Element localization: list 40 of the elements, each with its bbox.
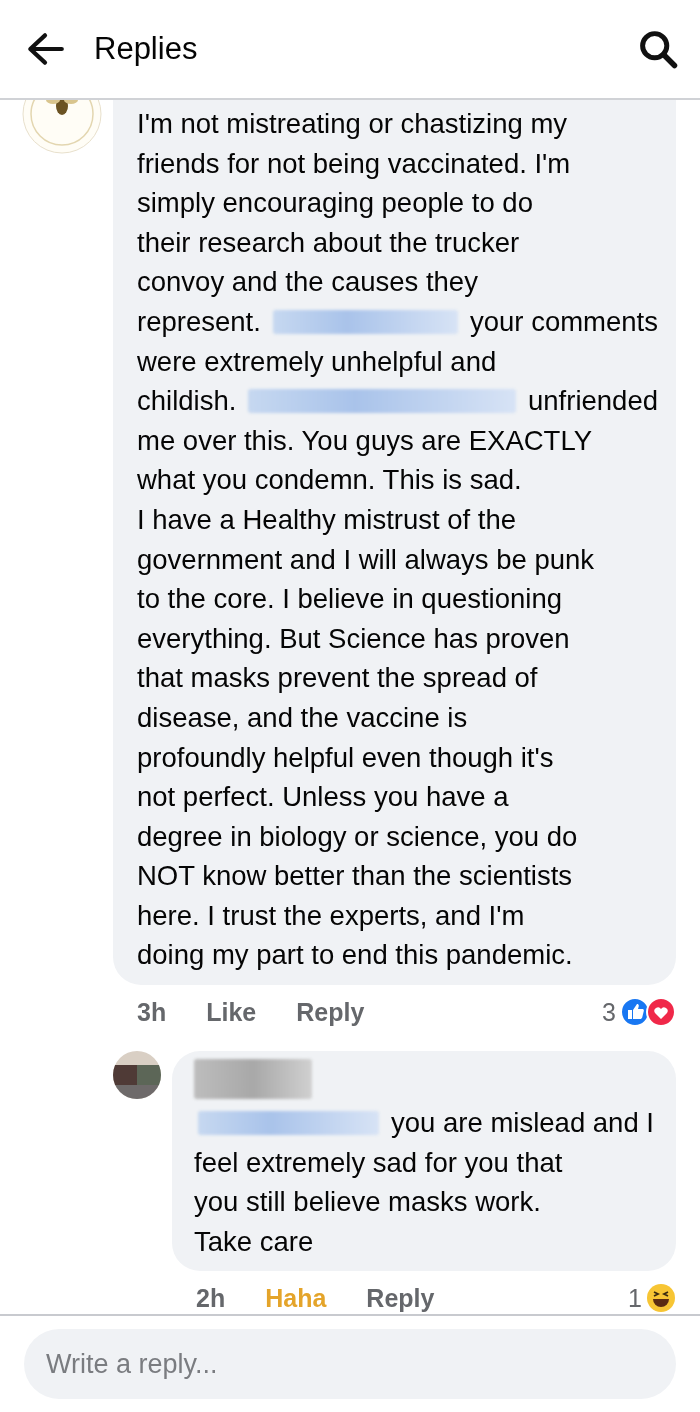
- comment-text: that masks prevent the spread of: [137, 661, 539, 696]
- comment-text: profoundly helpful even though it's: [137, 740, 555, 775]
- comment-text: government and I will always be punk: [137, 542, 596, 577]
- reply-input[interactable]: Write a reply...: [24, 1329, 676, 1399]
- comment-text: your comments: [470, 304, 658, 339]
- comment-text: I'm not mistreating or chastizing my: [137, 107, 569, 141]
- comment-text: NOT know better than the scientists: [137, 859, 574, 894]
- reaction-link[interactable]: Like: [206, 997, 257, 1027]
- comment-text: to the core. I believe in questioning: [137, 582, 563, 617]
- comment-text: me over this. You guys are EXACTLY: [137, 423, 593, 458]
- comment-text: Take care: [194, 1224, 315, 1259]
- timestamp: 3h: [137, 997, 167, 1027]
- comment-text: disease, and the vaccine is: [137, 700, 469, 735]
- comment-text: degree in biology or science, you do: [137, 819, 579, 854]
- reply-link[interactable]: Reply: [296, 997, 365, 1027]
- comment-text: represent.: [137, 304, 261, 339]
- comment-text: were extremely unhelpful and: [137, 344, 498, 379]
- comment-text: everything. But Science has proven: [137, 621, 571, 656]
- comment-text: what you condemn. This is sad.: [137, 463, 523, 498]
- comment-text: I have a Healthy mistrust of the: [137, 502, 518, 537]
- timestamp: 2h: [196, 1283, 226, 1313]
- comment-text: you are mislead and I: [391, 1106, 654, 1141]
- comment-text: not perfect. Unless you have a: [137, 780, 510, 815]
- reply-link[interactable]: Reply: [366, 1283, 435, 1313]
- thumbs-up-icon: [620, 997, 650, 1028]
- avatar[interactable]: [113, 1051, 161, 1100]
- reaction-count: 1: [628, 1283, 642, 1313]
- reaction-count: 3: [602, 997, 616, 1027]
- comment-text: convoy and the causes they: [137, 265, 479, 300]
- comment-text: childish.: [137, 384, 237, 419]
- comment-text: their research about the trucker: [137, 225, 521, 260]
- comment-text: simply encouraging people to do: [137, 186, 534, 221]
- comment-text: here. I trust the experts, and I'm: [137, 898, 526, 933]
- comment-text: unfriended: [528, 384, 658, 419]
- page-title: Replies: [94, 31, 199, 67]
- comment-text: you still believe masks work.: [194, 1185, 542, 1220]
- comment-text: feel extremely sad for you that: [194, 1145, 564, 1180]
- comment-text: doing my part to end this pandemic.: [137, 938, 574, 973]
- comment-text: friends for not being vaccinated. I'm: [137, 146, 572, 181]
- laughing-face-icon: [646, 1283, 676, 1314]
